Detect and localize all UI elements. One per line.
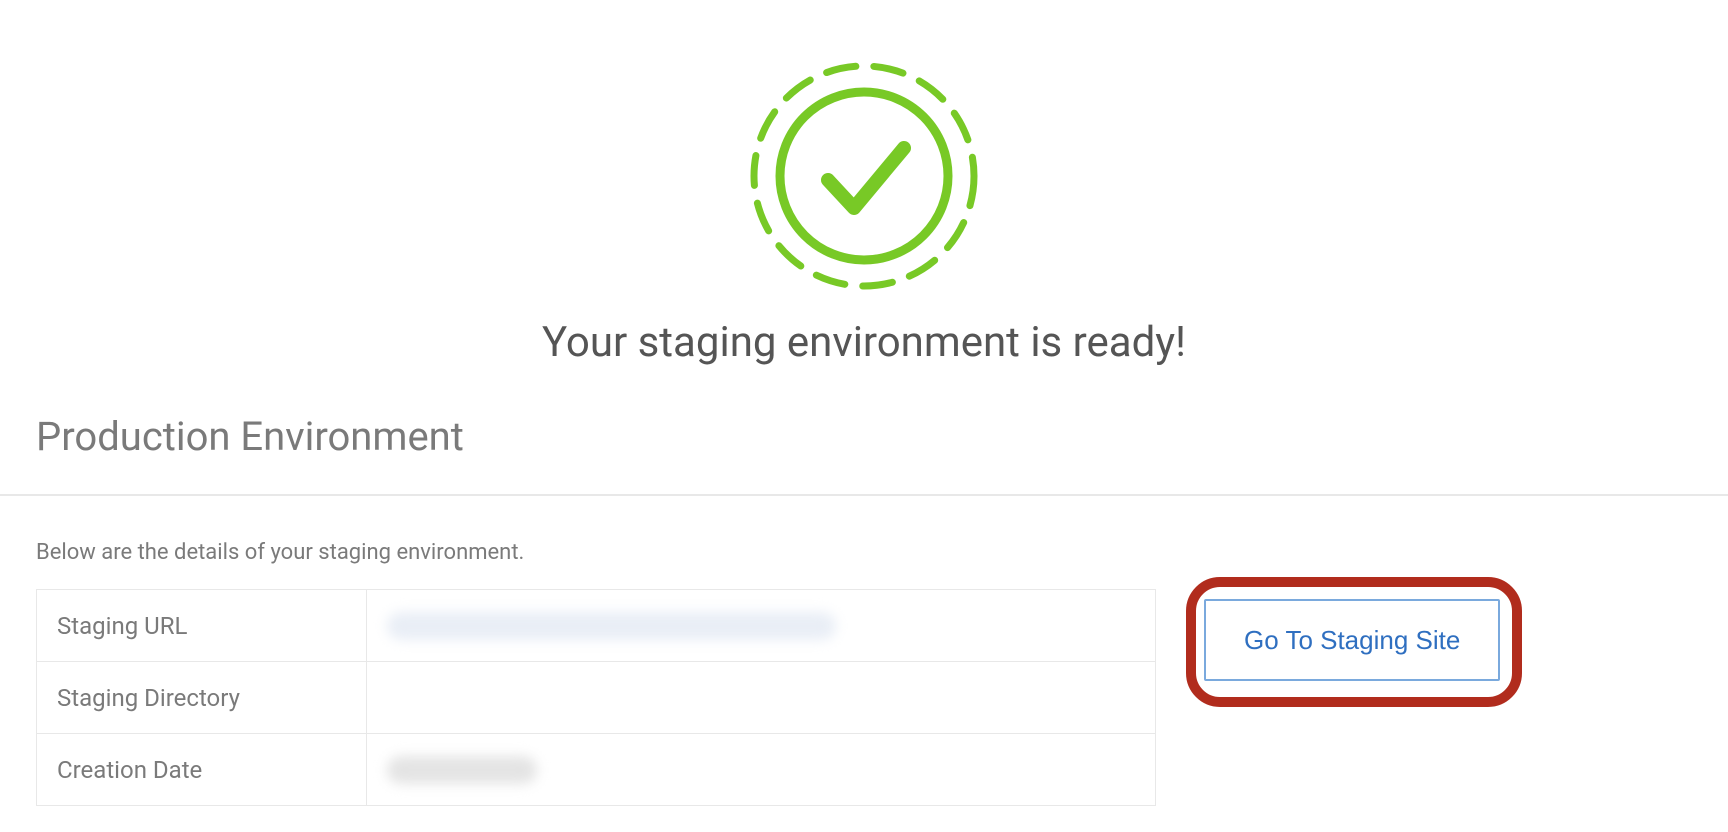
section-divider xyxy=(0,494,1728,496)
staging-url-value xyxy=(367,590,1155,661)
details-intro: Below are the details of your staging en… xyxy=(36,540,1692,565)
action-area: Go To Staging Site xyxy=(1196,589,1508,691)
staging-details-table: Staging URL Staging Directory Creation D… xyxy=(36,589,1156,806)
success-check-icon xyxy=(744,56,984,296)
redacted-value xyxy=(387,756,537,784)
table-row: Staging Directory xyxy=(37,662,1155,734)
redacted-value xyxy=(387,612,836,640)
success-block: Your staging environment is ready! xyxy=(36,0,1692,367)
creation-date-label: Creation Date xyxy=(37,734,367,805)
go-to-staging-button[interactable]: Go To Staging Site xyxy=(1204,599,1500,681)
table-row: Creation Date xyxy=(37,734,1155,806)
staging-directory-label: Staging Directory xyxy=(37,662,367,733)
section-title: Production Environment xyxy=(36,413,1692,460)
ready-heading: Your staging environment is ready! xyxy=(36,318,1692,367)
staging-url-label: Staging URL xyxy=(37,590,367,661)
creation-date-value xyxy=(367,734,1155,805)
staging-directory-value xyxy=(367,662,1155,733)
table-row: Staging URL xyxy=(37,590,1155,662)
